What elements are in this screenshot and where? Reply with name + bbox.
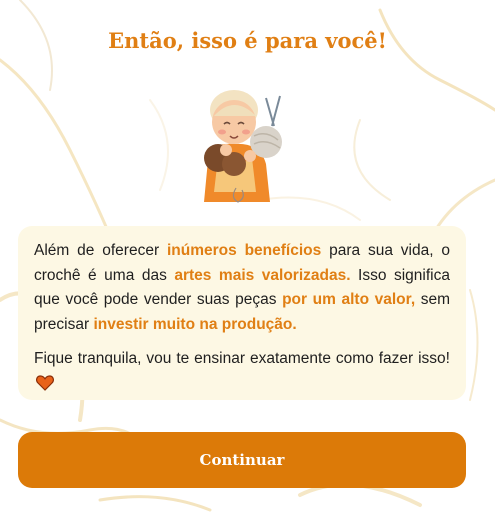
benefits-card: Além de oferecer inúmeros benefícios par…	[18, 226, 466, 400]
benefits-paragraph: Além de oferecer inúmeros benefícios par…	[34, 239, 450, 337]
reassurance-paragraph: Fique tranquila, vou te ensinar exatamen…	[34, 347, 450, 396]
highlight-text: artes mais valorizadas.	[174, 266, 351, 284]
crochet-grandma-illustration	[204, 90, 282, 203]
text-segment: Além de oferecer	[34, 242, 167, 259]
highlight-text: por um alto valor,	[282, 291, 416, 308]
reassurance-text: Fique tranquila, vou te ensinar exatamen…	[34, 350, 450, 367]
highlight-text: investir muito na produção.	[93, 315, 297, 333]
highlight-text: inúmeros benefícios	[166, 242, 322, 259]
continue-button[interactable]: Continuar	[18, 432, 466, 488]
heart-icon	[36, 374, 54, 391]
page-title: Então, isso é para você!	[108, 28, 387, 53]
